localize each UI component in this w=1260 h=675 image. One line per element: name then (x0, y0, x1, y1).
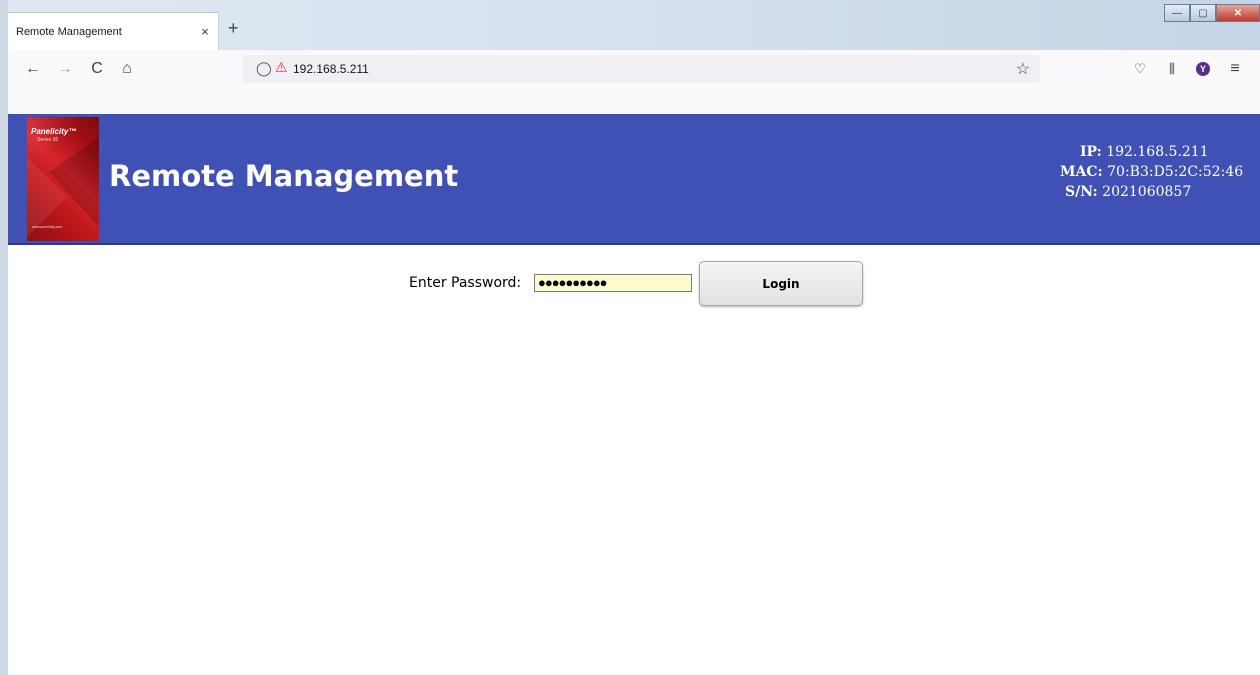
page-title: Remote Management (109, 159, 459, 193)
bookmark-star-icon[interactable]: ☆ (1016, 59, 1030, 79)
ip-value: 192.168.5.211 (1106, 144, 1209, 160)
logo-facet (49, 137, 99, 227)
profile-avatar[interactable]: Y (1192, 58, 1214, 80)
web-page: Panelicity™ Series 36 www.panelicity.com… (8, 114, 1260, 675)
device-info: IP: 192.168.5.211 MAC: 70:B3:D5:2C:52:46… (1060, 142, 1260, 202)
bookmarks-strip (8, 88, 1260, 114)
menu-icon[interactable]: ≡ (1224, 58, 1246, 80)
logo-series-text: Series 36 (37, 137, 59, 143)
url-text[interactable]: 192.168.5.211 (293, 62, 369, 76)
forward-icon[interactable]: → (54, 58, 76, 80)
insecure-connection-icon[interactable]: ⚠ (275, 59, 288, 76)
sn-value: 2021060857 (1102, 184, 1192, 200)
reload-icon[interactable]: C (86, 58, 108, 80)
back-icon[interactable]: ← (22, 58, 44, 80)
home-icon[interactable]: ⌂ (116, 58, 138, 80)
password-label: Enter Password: (409, 275, 522, 291)
logo-brand-text: Panelicity™ (31, 127, 77, 136)
sn-label: S/N: (1065, 184, 1098, 200)
mac-value: 70:B3:D5:2C:52:46 (1107, 164, 1244, 180)
ip-row: IP: 192.168.5.211 (1060, 142, 1260, 162)
pocket-icon[interactable]: ♡ (1129, 58, 1151, 80)
mac-label: MAC: (1060, 164, 1103, 180)
tab-title: Remote Management (16, 25, 122, 38)
tracking-shield-icon[interactable]: ◯ (256, 60, 272, 77)
logo-web-text: www.panelicity.com (32, 225, 63, 229)
page-header: Panelicity™ Series 36 www.panelicity.com… (8, 114, 1260, 245)
browser-tab[interactable]: Remote Management × (8, 12, 219, 50)
login-button[interactable]: Login (699, 261, 863, 306)
account-icon: Y (1196, 62, 1210, 76)
navigation-toolbar: ← → C ⌂ ◯ ⚠ 192.168.5.211 ☆ ♡ ⫼ Y ≡ (8, 50, 1260, 89)
browser-titlebar: Remote Management × + — ▢ ✕ (8, 0, 1260, 50)
password-input[interactable]: ●●●●●●●●●● (534, 274, 692, 292)
address-bar[interactable]: ◯ ⚠ 192.168.5.211 ☆ (243, 55, 1040, 83)
minimize-button[interactable]: — (1164, 4, 1190, 22)
sn-row: S/N: 2021060857 (1060, 182, 1260, 202)
tab-close-icon[interactable]: × (192, 24, 218, 39)
panelicity-logo: Panelicity™ Series 36 www.panelicity.com (27, 117, 99, 241)
window-controls: — ▢ ✕ (1164, 4, 1260, 22)
new-tab-button[interactable]: + (228, 18, 239, 39)
login-form: Enter Password: ●●●●●●●●●● Login (8, 261, 1260, 307)
close-window-button[interactable]: ✕ (1216, 4, 1260, 22)
mac-row: MAC: 70:B3:D5:2C:52:46 (1060, 162, 1260, 182)
maximize-button[interactable]: ▢ (1190, 4, 1216, 22)
ip-label: IP: (1080, 144, 1102, 160)
library-icon[interactable]: ⫼ (1161, 58, 1183, 80)
